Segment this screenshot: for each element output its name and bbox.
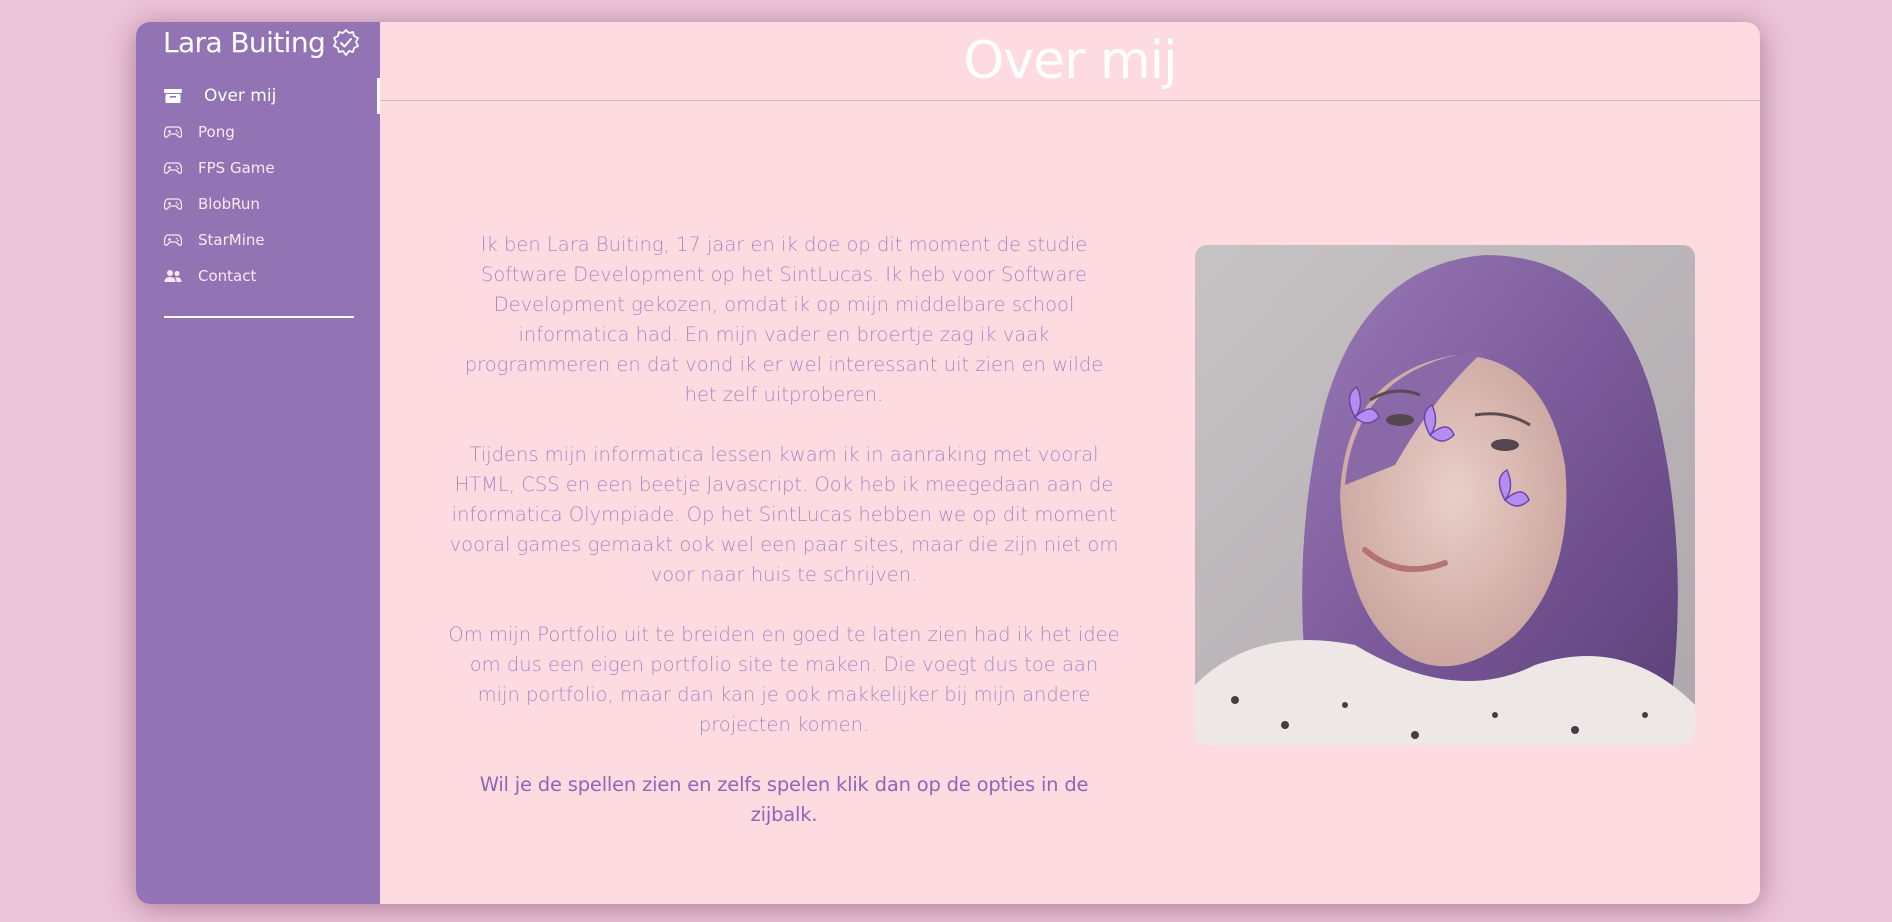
verified-check-icon: [333, 28, 360, 56]
sidebar-divider: [164, 316, 354, 318]
gamepad-icon: [164, 198, 182, 210]
sidebar-item-label: BlobRun: [198, 195, 260, 213]
gamepad-icon: [164, 234, 182, 246]
about-paragraph: Om mijn Portfolio uit te breiden en goed…: [448, 623, 1120, 736]
brand-name: Lara Buiting: [163, 26, 326, 59]
app-window: Lara Buiting Over mij Pong FPS Game Blob…: [136, 22, 1760, 904]
main-content: Over mij Ik ben Lara Buiting, 17 jaar en…: [380, 22, 1760, 904]
sidebar-item-label: Over mij: [204, 86, 277, 106]
sidebar-item-label: StarMine: [198, 231, 265, 249]
sidebar-item-contact[interactable]: Contact: [136, 258, 380, 294]
profile-photo: [1195, 245, 1695, 745]
gamepad-icon: [164, 162, 182, 174]
users-icon: [164, 270, 182, 282]
sidebar-item-starmine[interactable]: StarMine: [136, 222, 380, 258]
about-paragraph: Tijdens mijn informatica lessen kwam ik …: [449, 443, 1119, 586]
sidebar-item-over-mij[interactable]: Over mij: [136, 78, 380, 114]
sidebar-nav: Over mij Pong FPS Game BlobRun StarMine …: [136, 78, 380, 294]
sidebar-item-fps-game[interactable]: FPS Game: [136, 150, 380, 186]
archive-icon: [164, 89, 182, 103]
sidebar-item-label: Pong: [198, 123, 235, 141]
sidebar-item-pong[interactable]: Pong: [136, 114, 380, 150]
page-title: Over mij: [963, 31, 1177, 91]
call-to-action-text: Wil je de spellen zien en zelfs spelen k…: [479, 773, 1089, 826]
page-header: Over mij: [380, 22, 1760, 101]
sidebar: Lara Buiting Over mij Pong FPS Game Blob…: [136, 22, 380, 904]
about-text: Ik ben Lara Buiting, 17 jaar en ik doe o…: [446, 230, 1122, 860]
profile-photo-image: [1195, 245, 1695, 745]
sidebar-item-label: Contact: [198, 267, 257, 285]
about-paragraph: Ik ben Lara Buiting, 17 jaar en ik doe o…: [464, 233, 1104, 406]
gamepad-icon: [164, 126, 182, 138]
sidebar-item-label: FPS Game: [198, 159, 275, 177]
brand[interactable]: Lara Buiting: [163, 26, 361, 59]
sidebar-item-blobrun[interactable]: BlobRun: [136, 186, 380, 222]
